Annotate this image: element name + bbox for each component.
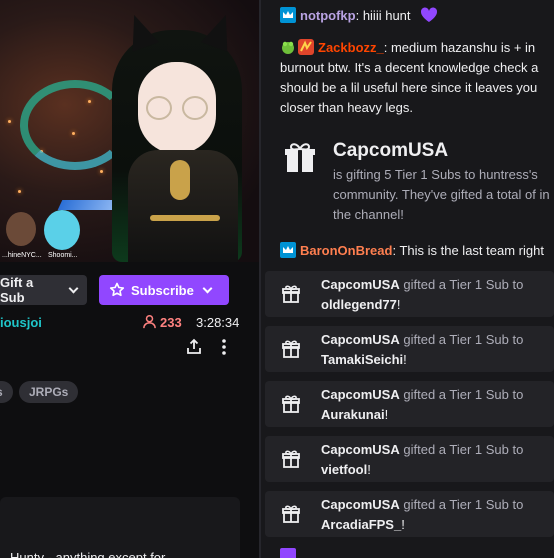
gift-a-sub-button[interactable]: Gift a Sub [0, 275, 87, 305]
channel-name-link[interactable]: iousjoi [0, 315, 42, 330]
gift-action-text: gifted a Tier 1 Sub to [403, 277, 524, 292]
recipient-name[interactable]: oldlegend77 [321, 297, 397, 312]
video-player[interactable]: 1 ...hineNYC... Shoomi... [0, 0, 259, 262]
gift-sub-notice: CapcomUSA gifted a Tier 1 Sub to vietfoo… [265, 436, 554, 482]
gift-announcement-bar [265, 130, 269, 232]
gifter-name[interactable]: CapcomUSA [321, 332, 400, 347]
chat-message: Zackbozz_: medium hazanshu is + in burno… [280, 38, 554, 118]
stream-tag[interactable]: JRPGs [19, 381, 79, 403]
star-icon [109, 282, 125, 297]
viewer-count: 233 [160, 315, 182, 330]
chat-message: notpofkp: hiiii hunt [280, 6, 550, 26]
frog-badge-icon [282, 41, 294, 54]
gift-action-text: gifted a Tier 1 Sub to [403, 387, 524, 402]
recipient-name[interactable]: ArcadiaFPS_ [321, 517, 401, 532]
chat-username[interactable]: Zackbozz_ [318, 40, 384, 55]
next-message-badge-icon [280, 548, 296, 558]
chibi-avatar [44, 210, 80, 250]
subscribe-button[interactable]: Subscribe [99, 275, 229, 305]
chibi-name-label: ...hineNYC... [2, 252, 42, 259]
gold-ornament [150, 215, 220, 221]
gifter-name[interactable]: CapcomUSA [321, 387, 400, 402]
gift-sub-notice: CapcomUSA gifted a Tier 1 Sub to Aurakun… [265, 381, 554, 427]
sub-badge-icon [298, 39, 314, 55]
gift-icon [282, 395, 300, 413]
candle-light [100, 170, 103, 173]
gift-icon [282, 285, 300, 303]
chevron-down-icon [68, 283, 79, 293]
stream-column: 1 ...hineNYC... Shoomi... Gift a Sub Sub… [0, 0, 259, 558]
more-options-icon[interactable] [218, 338, 230, 356]
stream-tag[interactable]: s [0, 381, 13, 403]
candle-light [18, 190, 21, 193]
chibi-name-label: Shoomi... [48, 252, 78, 259]
gift-announcement-title: CapcomUSA [333, 140, 449, 161]
gifter-name[interactable]: CapcomUSA [321, 277, 400, 292]
gift-announcement-body: is gifting 5 Tier 1 Subs to huntress's c… [333, 167, 550, 222]
purple-heart-emote-icon [421, 7, 438, 22]
candle-light [8, 120, 11, 123]
chat-panel: notpofkp: hiiii hunt Zackbozz_: medium h… [261, 0, 554, 558]
gifter-name[interactable]: CapcomUSA [321, 442, 400, 457]
gift-sub-notice: CapcomUSA gifted a Tier 1 Sub to Arcadia… [265, 491, 554, 537]
chibi-avatar [6, 212, 36, 246]
recipient-name[interactable]: vietfool [321, 462, 367, 477]
about-panel-text: Hunty - anything except for [10, 550, 166, 558]
chat-username[interactable]: BaronOnBread [300, 243, 392, 258]
stream-uptime: 3:28:34 [196, 315, 240, 330]
share-icon[interactable] [185, 338, 203, 356]
gift-action-text: gifted a Tier 1 Sub to [403, 497, 524, 512]
gift-sub-notice: CapcomUSA gifted a Tier 1 Sub to oldlege… [265, 271, 554, 317]
gift-icon [282, 340, 300, 358]
chat-message: BaronOnBread: This is the last team righ… [280, 241, 554, 261]
person-icon [143, 314, 156, 329]
recipient-name[interactable]: Aurakunai [321, 407, 385, 422]
prime-crown-badge-icon [280, 7, 296, 23]
recipient-name[interactable]: TamakiSeichi [321, 352, 403, 367]
subscribe-label: Subscribe [131, 282, 194, 298]
gift-action-text: gifted a Tier 1 Sub to [403, 442, 524, 457]
gift-announcement: CapcomUSA is gifting 5 Tier 1 Subs to hu… [265, 130, 554, 232]
chat-username[interactable]: notpofkp [300, 8, 356, 23]
glasses-lens [182, 96, 208, 120]
gift-icon [282, 450, 300, 468]
gift-a-sub-label: Gift a Sub [0, 275, 34, 305]
chat-text: : hiiii hunt [355, 8, 411, 23]
gift-box-icon [285, 143, 315, 172]
about-panel [0, 497, 240, 558]
glasses-lens [146, 96, 172, 120]
prime-crown-badge-icon [280, 242, 296, 258]
gifter-name[interactable]: CapcomUSA [321, 497, 400, 512]
gift-sub-notice: CapcomUSA gifted a Tier 1 Sub to TamakiS… [265, 326, 554, 372]
chat-text: : This is the last team right [392, 243, 544, 258]
gold-ornament [170, 160, 190, 200]
chevron-down-icon [202, 283, 213, 293]
gift-action-text: gifted a Tier 1 Sub to [403, 332, 524, 347]
gift-icon [282, 505, 300, 523]
